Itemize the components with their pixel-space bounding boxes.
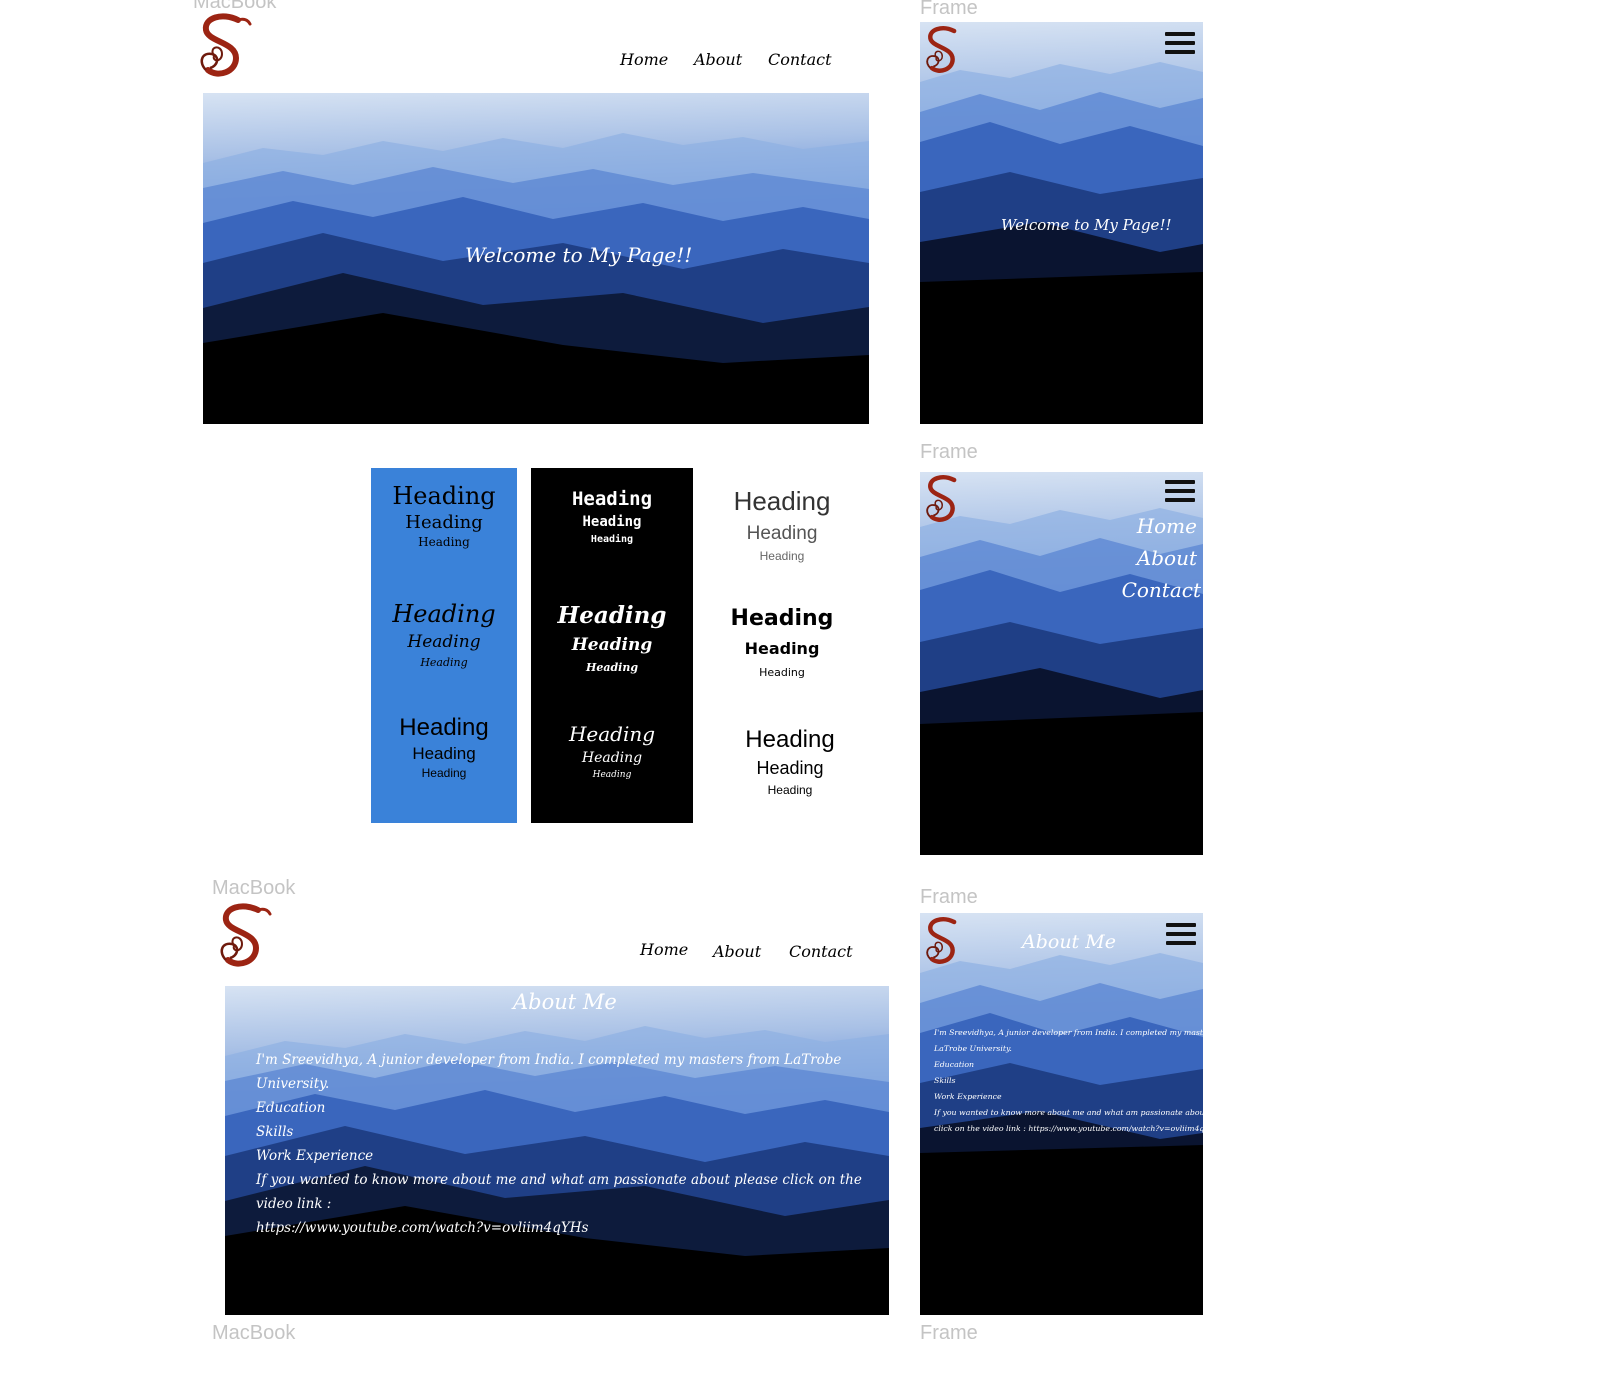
heading-sample: Heading [392, 600, 496, 628]
logo[interactable] [192, 12, 254, 82]
logo[interactable] [212, 902, 274, 972]
heading-sample: Heading [407, 632, 481, 652]
artboard-label-frame: Frame [920, 0, 978, 19]
video-link[interactable]: https://www.youtube.com/watch?v=ovliim4q… [256, 1216, 889, 1240]
about-more-text: If you wanted to know more about me and … [934, 1108, 1203, 1117]
hamburger-menu-icon[interactable] [1165, 480, 1195, 504]
heading-sample: Heading [420, 656, 468, 669]
heading-sample: Heading [756, 758, 824, 778]
heading-sample: Heading [581, 750, 643, 766]
logo[interactable] [920, 913, 966, 971]
heading-sample: Heading [730, 606, 834, 631]
artboard-label-macbook: MacBook [193, 0, 277, 13]
logo[interactable] [920, 472, 966, 528]
about-title: About Me [513, 990, 617, 1014]
nav-contact-link[interactable]: Contact [1122, 574, 1201, 606]
about-education-link[interactable]: Education [256, 1096, 889, 1120]
heading-sample: Heading [392, 482, 496, 510]
nav-home-link[interactable]: Home [640, 940, 688, 959]
welcome-heading: Welcome to My Page!! [1001, 216, 1172, 234]
about-skills-link[interactable]: Skills [256, 1120, 889, 1144]
heading-sample: Heading [744, 639, 820, 658]
typography-panel-black: Heading Heading Heading Heading Heading … [531, 468, 693, 823]
heading-sample: Heading [745, 726, 835, 753]
mobile-frame-menu-open: Home About Contact [920, 472, 1203, 855]
heading-sample: Heading [590, 534, 634, 545]
about-section: About Me I'm Sreevidhya, A junior develo… [225, 986, 889, 1315]
nav-about-link[interactable]: About [694, 50, 742, 69]
heading-sample: Heading [418, 535, 470, 549]
artboard-label-frame: Frame [920, 441, 978, 463]
about-body: I'm Sreevidhya, A junior developer from … [934, 1025, 1203, 1137]
artboard-label-macbook: MacBook [212, 1322, 296, 1344]
about-skills-link[interactable]: Skills [934, 1073, 1203, 1089]
heading-sample: Heading [733, 486, 831, 516]
heading-sample: Heading [585, 661, 639, 674]
typography-panel-blue: Heading Heading Heading Heading Heading … [371, 468, 517, 823]
heading-sample: Heading [421, 766, 467, 780]
artboard-label-frame: Frame [920, 886, 978, 908]
nav-home-link[interactable]: Home [620, 50, 668, 69]
heading-sample: Heading [568, 722, 656, 746]
hamburger-menu-icon[interactable] [1166, 923, 1196, 947]
nav-about-link[interactable]: About [1122, 542, 1197, 574]
heading-sample: Heading [759, 549, 805, 563]
heading-sample: Heading [746, 523, 818, 544]
about-intro: I'm Sreevidhya, A junior developer from … [256, 1052, 842, 1092]
about-work-link[interactable]: Work Experience [934, 1089, 1203, 1105]
heading-sample: Heading [399, 714, 489, 741]
about-education-link[interactable]: Education [934, 1057, 1203, 1073]
heading-sample: Heading [759, 666, 805, 679]
about-intro: I'm Sreevidhya, A junior developer from … [934, 1028, 1203, 1037]
hero-banner: Welcome to My Page!! [203, 93, 869, 424]
heading-sample: Heading [571, 635, 653, 655]
artboard-label-macbook: MacBook [212, 877, 296, 899]
mobile-frame-about: About Me I'm Sreevidhya, A junior develo… [920, 913, 1203, 1315]
typography-panel-white: Heading Heading Heading Heading Heading … [710, 468, 870, 823]
about-body: I'm Sreevidhya, A junior developer from … [256, 1048, 889, 1240]
about-title: About Me [1022, 931, 1116, 953]
heading-sample: Heading [405, 512, 483, 533]
logo[interactable] [920, 22, 966, 80]
heading-sample: Heading [582, 514, 642, 530]
nav-contact-link[interactable]: Contact [789, 942, 853, 961]
heading-sample: Heading [592, 770, 632, 780]
hamburger-menu-icon[interactable] [1165, 32, 1195, 56]
heading-sample: Heading [571, 488, 653, 510]
heading-sample: Heading [412, 744, 476, 763]
heading-sample: Heading [557, 602, 667, 629]
mobile-nav-menu: Home About Contact [1122, 510, 1201, 606]
nav-home-link[interactable]: Home [1122, 510, 1197, 542]
about-work-link[interactable]: Work Experience [256, 1144, 889, 1168]
about-intro: LaTrobe University. [934, 1044, 1012, 1053]
nav-about-link[interactable]: About [713, 942, 761, 961]
video-link[interactable]: click on the video link : https://www.yo… [934, 1121, 1203, 1137]
mobile-frame-home: Welcome to My Page!! [920, 22, 1203, 424]
nav-contact-link[interactable]: Contact [768, 50, 832, 69]
heading-sample: Heading [767, 783, 813, 797]
artboard-label-frame: Frame [920, 1322, 978, 1344]
welcome-heading: Welcome to My Page!! [465, 243, 693, 267]
about-more-text: If you wanted to know more about me and … [256, 1172, 862, 1212]
